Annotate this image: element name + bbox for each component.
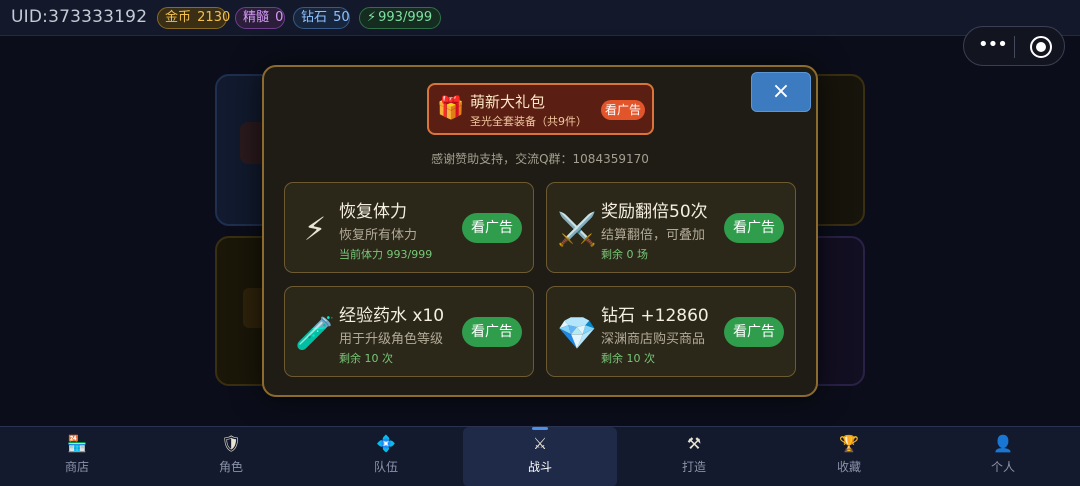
lightning-icon: ⚡: [367, 10, 377, 25]
gift-title: 萌新大礼包: [470, 93, 546, 111]
nav-label: 战斗: [527, 460, 552, 474]
diamond-label: 钻石: [301, 10, 328, 25]
gift-subtitle: 圣光全套装备（共9件）: [470, 115, 587, 128]
nav-label: 队伍: [373, 460, 398, 474]
reward-card-exp-potion: 🧪 经验药水 x10 用于升级角色等级 剩余 10 次 看广告: [284, 286, 534, 377]
exit-icon[interactable]: [1030, 36, 1052, 58]
shop-icon: 🏪: [67, 434, 87, 453]
nav-label: 打造: [681, 460, 706, 474]
reward-card-diamonds: 💎 钻石 +12860 深渊商店购买商品 剩余 10 次 看广告: [546, 286, 796, 377]
card-description: 结算翻倍，可叠加: [601, 228, 706, 243]
profile-icon: 👤: [993, 434, 1013, 453]
potion-icon: 🧪: [295, 314, 335, 352]
diamond-value: 50: [333, 10, 350, 25]
card-description: 深渊商店购买商品: [601, 332, 706, 347]
diamond-counter: 钻石 50: [293, 7, 350, 29]
active-tab-indicator: [532, 427, 548, 430]
newbie-gift-pack[interactable]: 🎁 萌新大礼包 圣光全套装备（共9件） 看广告: [427, 83, 654, 135]
card-meta: 剩余 0 场: [601, 248, 648, 261]
gift-icon: 🎁: [437, 96, 465, 121]
nav-label: 商店: [64, 460, 89, 474]
card-meta: 剩余 10 次: [339, 352, 393, 365]
battle-icon: ⚔: [532, 434, 548, 453]
card-description: 恢复所有体力: [339, 228, 418, 243]
nav-label: 个人: [990, 460, 1015, 474]
nav-item-battle[interactable]: ⚔ 战斗: [463, 427, 617, 486]
forge-icon: ⚒: [686, 434, 702, 453]
essence-label: 精髓: [243, 10, 270, 25]
card-description: 用于升级角色等级: [339, 332, 444, 347]
card-title: 经验药水 x10: [339, 306, 445, 326]
mini-program-capsule: •••: [963, 26, 1065, 66]
collection-icon: 🏆: [839, 434, 859, 453]
essence-counter: 精髓 0: [235, 7, 285, 29]
gold-counter: 金币 2130: [157, 7, 231, 29]
gift-watch-ad-button[interactable]: 看广告: [601, 100, 645, 120]
energy-value: 993/999: [378, 10, 433, 25]
nav-label: 角色: [218, 460, 243, 474]
watch-ad-button[interactable]: 看广告: [462, 213, 522, 243]
lightning-icon: ⚡: [303, 210, 327, 248]
card-title: 恢复体力: [339, 202, 407, 222]
watch-ad-button[interactable]: 看广告: [724, 213, 784, 243]
nav-item-character[interactable]: 🛡 角色: [154, 427, 308, 486]
crossed-swords-icon: ⚔️: [557, 210, 597, 248]
card-title: 钻石 +12860: [601, 306, 709, 326]
watch-ad-button[interactable]: 看广告: [462, 317, 522, 347]
nav-item-team[interactable]: 💠 队伍: [309, 427, 463, 486]
capsule-divider: [1014, 36, 1015, 58]
reward-card-double-reward: ⚔️ 奖励翻倍50次 结算翻倍，可叠加 剩余 0 场 看广告: [546, 182, 796, 273]
thanks-text: 感谢赞助支持，交流Q群：1084359170: [431, 152, 649, 166]
essence-value: 0: [275, 10, 284, 25]
nav-item-shop[interactable]: 🏪 商店: [0, 427, 154, 486]
close-button[interactable]: ×: [751, 72, 811, 112]
nav-item-collection[interactable]: 🏆 收藏: [772, 427, 926, 486]
team-icon: 💠: [376, 434, 396, 453]
watch-ad-button[interactable]: 看广告: [724, 317, 784, 347]
card-meta: 剩余 10 次: [601, 352, 655, 365]
bottom-navigation: 🏪 商店 🛡 角色 💠 队伍 ⚔ 战斗 ⚒ 打造 🏆 收藏 👤 个人: [0, 426, 1080, 486]
character-icon: 🛡: [221, 434, 242, 453]
card-title: 奖励翻倍50次: [601, 202, 708, 222]
reward-card-restore-energy: ⚡ 恢复体力 恢复所有体力 当前体力 993/999 看广告: [284, 182, 534, 273]
nav-item-forge[interactable]: ⚒ 打造: [617, 427, 771, 486]
nav-label: 收藏: [836, 460, 861, 474]
energy-counter: ⚡ 993/999: [359, 7, 441, 29]
more-icon[interactable]: •••: [978, 34, 1008, 55]
gold-label: 金币: [165, 10, 192, 25]
nav-item-profile[interactable]: 👤 个人: [926, 427, 1080, 486]
user-id: UID:373333192: [11, 7, 148, 27]
gold-value: 2130: [197, 10, 231, 25]
top-status-bar: UID:373333192 金币 2130 精髓 0 钻石 50 ⚡ 993/99…: [0, 0, 1080, 36]
card-meta: 当前体力 993/999: [339, 248, 433, 261]
diamond-icon: 💎: [557, 314, 597, 352]
